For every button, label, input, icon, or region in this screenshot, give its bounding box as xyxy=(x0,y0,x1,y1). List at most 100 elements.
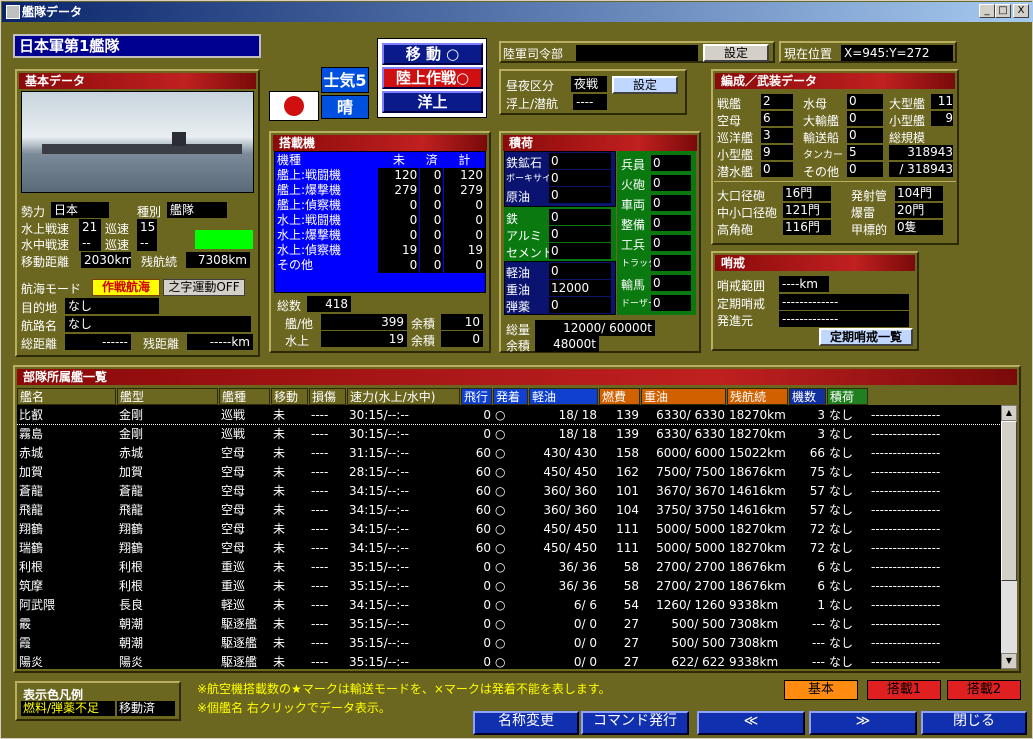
day-night-label: 昼夜区分 xyxy=(506,79,555,93)
table-row[interactable]: 比叡 金剛 巡戦 未 ---- 30:15/--:-- 0 ○ 18/ 18 139 6330/ 6… xyxy=(17,405,1001,425)
remaining-distance-value: -----km xyxy=(187,334,253,350)
armament-value: 20門 xyxy=(895,203,943,218)
table-row[interactable]: 瑞鶴 翔鶴 空母 未 ---- 34:15/--:-- 60 ○ 450/ 450 111 5000… xyxy=(17,538,1001,557)
armament-label: 大口径砲 xyxy=(717,189,766,203)
table-row[interactable]: 霰 朝潮 駆逐艦 未 ---- 35:15/--:-- 0 ○ 0/ 0 27 500/ 500 73… xyxy=(17,614,1001,633)
table-cell: 瑞鶴 xyxy=(19,541,44,555)
table-cell: なし xyxy=(829,484,854,498)
table-cell: 66 xyxy=(809,445,825,460)
cargo-item-value: 0 xyxy=(651,155,691,171)
table-cell: 空母 xyxy=(221,446,246,460)
table-cell: 7500/ 7500 xyxy=(656,464,725,479)
regular-patrol-list-button[interactable]: 定期哨戒一覧 xyxy=(819,328,913,346)
list-col-header: 移動 xyxy=(271,388,308,405)
note-aircraft: ※航空機搭載数の★マークは輸送モードを、×マークは発着不能を表します。 xyxy=(197,682,611,696)
table-cell: なし xyxy=(829,617,854,631)
table-cell: 27 xyxy=(623,635,639,650)
table-cell: ○ xyxy=(495,654,506,669)
table-cell: 未 xyxy=(273,541,286,555)
table-cell: 未 xyxy=(273,503,286,517)
cargo-item-label: 工兵 xyxy=(621,238,646,252)
table-cell: 駆逐艦 xyxy=(221,655,258,669)
prev-button[interactable]: ≪ xyxy=(697,711,805,735)
table-cell: 34:15/--:-- xyxy=(349,502,409,517)
move-mode-button[interactable]: 移 動 ○ xyxy=(382,43,483,65)
aircraft-count: 19 xyxy=(443,243,485,258)
table-cell: 54 xyxy=(623,597,639,612)
armament-label: 高角砲 xyxy=(717,223,754,237)
armament-value: 0隻 xyxy=(895,220,943,235)
zigzag-toggle-button[interactable]: 之字運動OFF xyxy=(163,279,245,296)
table-cell: 0 xyxy=(483,578,491,593)
tab-cargo2[interactable]: 搭載2 xyxy=(947,680,1021,700)
table-cell: 0/ 0 xyxy=(573,635,597,650)
table-cell: 未 xyxy=(273,636,286,650)
table-cell: ○ xyxy=(495,483,506,498)
army-hq-value xyxy=(576,45,698,61)
table-cell: 利根 xyxy=(119,579,144,593)
nav-mode-button[interactable]: 作戦航海 xyxy=(92,279,160,296)
table-cell: 駆逐艦 xyxy=(221,636,258,650)
composition-value: 5 xyxy=(847,145,883,160)
table-cell: 0 xyxy=(483,654,491,669)
table-cell: 空母 xyxy=(221,484,246,498)
table-cell: 未 xyxy=(273,427,286,441)
moved-distance-value: 2030km xyxy=(81,252,131,268)
day-night-set-button[interactable]: 設定 xyxy=(612,76,678,94)
next-button[interactable]: ≫ xyxy=(809,711,917,735)
close-button[interactable]: 閉じる xyxy=(921,711,1027,735)
table-row[interactable]: 霧島 金剛 巡戦 未 ---- 30:15/--:-- 0 ○ 18/ 18 139 6330/ 6… xyxy=(17,424,1001,443)
aircraft-total-value: 418 xyxy=(307,296,351,312)
ocean-mode-button[interactable]: 洋上 xyxy=(382,91,483,113)
minimize-button[interactable]: _ xyxy=(979,4,995,18)
table-cell: 巡戦 xyxy=(221,408,246,422)
table-cell: 18270km xyxy=(729,426,786,441)
tab-basic[interactable]: 基本 xyxy=(784,680,858,700)
table-cell: 5000/ 5000 xyxy=(656,521,725,536)
table-cell: 加賀 xyxy=(119,465,144,479)
table-row[interactable]: 陽炎 陽炎 駆逐艦 未 ---- 35:15/--:-- 0 ○ 0/ 0 27 622/ 622 9… xyxy=(17,652,1001,670)
tab-cargo1[interactable]: 搭載1 xyxy=(867,680,941,700)
rename-button[interactable]: 名称変更 xyxy=(473,711,579,735)
scroll-up-icon[interactable]: ▲ xyxy=(1001,405,1017,421)
table-cell: 陽炎 xyxy=(19,655,44,669)
ship-list[interactable]: 比叡 金剛 巡戦未 ---- 30:15/--:-- 0 ○ 18/ 18 139 6330/ 6… xyxy=(17,405,1001,669)
table-row[interactable]: 翔鶴 翔鶴 空母 未 ---- 34:15/--:-- 60 ○ 450/ 450 111 5000… xyxy=(17,519,1001,538)
table-cell: 500/ 500 xyxy=(671,635,725,650)
table-cell: 500/ 500 xyxy=(671,616,725,631)
table-cell: ---- xyxy=(311,445,329,460)
table-row[interactable]: 加賀 加賀 空母 未 ---- 28:15/--:-- 60 ○ 450/ 450 162 7500… xyxy=(17,462,1001,481)
command-button[interactable]: コマンド発行 xyxy=(581,711,689,735)
land-op-mode-button[interactable]: 陸上作戦○ xyxy=(382,67,483,89)
table-row[interactable]: 阿武隈 長良 軽巡 未 ---- 34:15/--:-- 0 ○ 6/ 6 54 1260/ 126… xyxy=(17,595,1001,614)
table-cell: 60 xyxy=(475,502,491,517)
table-cell: 巡戦 xyxy=(221,427,246,441)
table-cell: 6000/ 6000 xyxy=(656,445,725,460)
table-cell: 未 xyxy=(273,617,286,631)
table-cell: ---- xyxy=(311,464,329,479)
table-cell: 軽巡 xyxy=(221,598,246,612)
route-name-label: 航路名 xyxy=(21,319,58,333)
table-row[interactable]: 赤城 赤城 空母 未 ---- 31:15/--:-- 60 ○ 430/ 430 158 6000… xyxy=(17,443,1001,462)
table-cell: なし xyxy=(829,560,854,574)
army-hq-set-button[interactable]: 設定 xyxy=(703,44,769,62)
ship-other-value: 399 xyxy=(321,314,407,330)
list-col-header: 燃費 xyxy=(599,388,640,405)
scroll-thumb[interactable] xyxy=(1001,421,1017,581)
table-row[interactable]: 飛龍 飛龍 空母 未 ---- 34:15/--:-- 60 ○ 360/ 360 104 3750… xyxy=(17,500,1001,519)
scroll-down-icon[interactable]: ▼ xyxy=(1001,653,1017,669)
maximize-button[interactable]: □ xyxy=(995,4,1011,18)
close-window-button[interactable]: X xyxy=(1013,4,1029,18)
table-row[interactable]: 利根 利根 重巡 未 ---- 35:15/--:-- 0 ○ 36/ 36 58 2700/ 27… xyxy=(17,557,1001,576)
morale-indicator: 士気5 xyxy=(321,67,369,93)
table-cell: 139 xyxy=(616,407,639,422)
table-cell: 60 xyxy=(475,540,491,555)
table-row[interactable]: 蒼龍 蒼龍 空母 未 ---- 34:15/--:-- 60 ○ 360/ 360 101 3670… xyxy=(17,481,1001,500)
table-cell: ---------------- xyxy=(871,616,941,631)
table-cell: 朝潮 xyxy=(119,617,144,631)
table-row[interactable]: 筑摩 利根 重巡 未 ---- 35:15/--:-- 0 ○ 36/ 36 58 2700/ 27… xyxy=(17,576,1001,595)
composition-value xyxy=(931,128,953,143)
table-row[interactable]: 霞 朝潮 駆逐艦 未 ---- 35:15/--:-- 0 ○ 0/ 0 27 500/ 500 73… xyxy=(17,633,1001,652)
ship-list-scrollbar[interactable]: ▲ ▼ xyxy=(1001,405,1017,669)
route-name-value: なし xyxy=(65,316,251,332)
